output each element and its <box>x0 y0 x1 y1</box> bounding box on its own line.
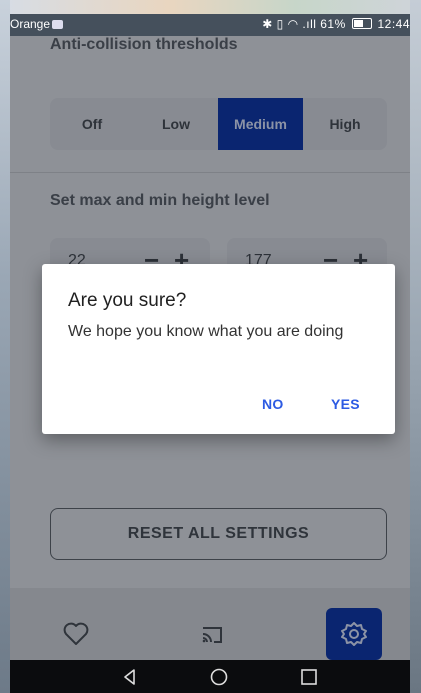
nav-home-button[interactable] <box>208 666 230 688</box>
notification-icon <box>52 20 64 29</box>
back-triangle-icon <box>124 669 135 685</box>
height-title: Set max and min height level <box>50 192 270 209</box>
battery-percent: 61% <box>320 17 346 31</box>
recents-square-icon <box>301 669 317 685</box>
reset-all-settings-button[interactable]: RESET ALL SETTINGS <box>50 508 387 560</box>
vibrate-icon: ▯ <box>276 17 284 31</box>
battery-icon <box>351 18 372 29</box>
signal-icon: .ıll <box>302 17 317 31</box>
background-left <box>0 0 10 693</box>
status-right: ✱ ▯ ◠ .ıll 61% 12:44 <box>262 17 410 31</box>
gear-icon <box>341 622 367 646</box>
clock: 12:44 <box>377 17 410 31</box>
nav-back-button[interactable] <box>119 666 141 688</box>
heart-icon <box>63 622 89 645</box>
tab-favorites[interactable] <box>52 610 100 658</box>
wifi-icon: ◠ <box>287 17 299 31</box>
nav-recents-button[interactable] <box>298 666 320 688</box>
dialog-title: Are you sure? <box>68 290 187 311</box>
tab-cast[interactable] <box>187 610 235 658</box>
segment-off[interactable]: Off <box>50 98 134 150</box>
dialog-no-button[interactable]: NO <box>262 396 284 412</box>
segment-high[interactable]: High <box>303 98 387 150</box>
collision-title: Anti-collision thresholds <box>50 36 238 53</box>
tab-settings[interactable] <box>326 608 382 660</box>
segment-low[interactable]: Low <box>134 98 218 150</box>
home-circle-icon <box>210 668 228 686</box>
phone-screen: Orange ✱ ▯ ◠ .ıll 61% 12:44 Anti-collisi… <box>10 14 410 693</box>
carrier-label: Orange <box>10 17 64 31</box>
cast-icon <box>202 627 222 643</box>
bluetooth-icon: ✱ <box>262 17 273 31</box>
status-bar: Orange ✱ ▯ ◠ .ıll 61% 12:44 <box>10 14 410 36</box>
divider <box>10 172 410 173</box>
segment-medium[interactable]: Medium <box>218 98 303 150</box>
confirm-dialog: Are you sure? We hope you know what you … <box>42 264 395 434</box>
carrier-text: Orange <box>10 17 51 31</box>
background-top <box>0 0 421 14</box>
android-nav-bar <box>10 660 410 693</box>
collision-segmented-control: Off Low Medium High <box>50 98 387 150</box>
dialog-yes-button[interactable]: YES <box>331 396 360 412</box>
background-right <box>410 0 421 693</box>
dialog-message: We hope you know what you are doing <box>68 323 344 340</box>
